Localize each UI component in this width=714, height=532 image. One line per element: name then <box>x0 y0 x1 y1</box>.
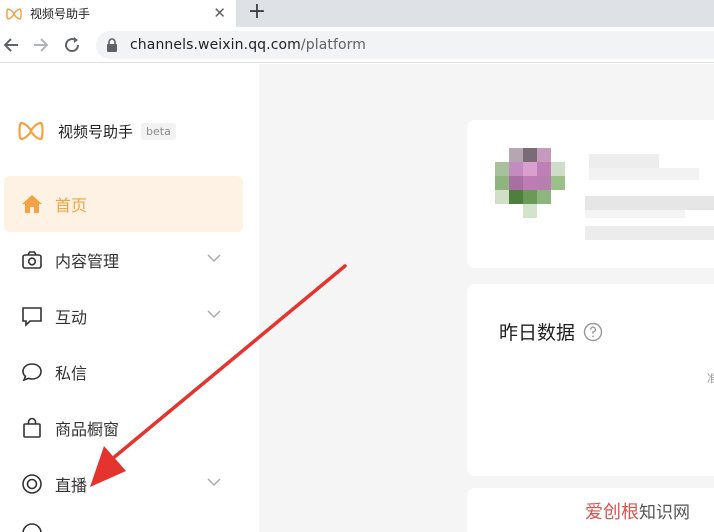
tab-title: 视频号助手 <box>30 7 91 21</box>
url-host: channels.weixin.qq.com <box>130 37 301 53</box>
channels-logo-icon <box>18 121 44 141</box>
next-item-icon <box>22 523 42 532</box>
brand-name: 视频号助手 <box>58 122 134 141</box>
chevron-down-icon[interactable] <box>207 309 221 319</box>
watermark: 爱创根 知识网 <box>585 498 690 524</box>
camera-icon <box>22 251 42 269</box>
channels-logo-icon <box>6 7 22 20</box>
sidebar-item-content[interactable]: 内容管理 <box>4 232 243 288</box>
back-icon[interactable] <box>2 35 22 55</box>
yesterday-data-title: 昨日数据 <box>499 318 603 345</box>
watermark-part2: 知识网 <box>639 503 690 523</box>
avatar-pixelated <box>495 148 575 228</box>
brand[interactable]: 视频号助手 beta <box>18 120 176 142</box>
yesterday-data-card: 昨日数据 准 <box>467 284 714 476</box>
home-icon <box>22 195 42 213</box>
message-icon <box>22 363 42 382</box>
main-content: 昨日数据 准 <box>259 64 714 532</box>
beta-badge: beta <box>141 122 176 140</box>
sidebar-item-messages[interactable]: 私信 <box>4 344 243 400</box>
sidebar-item-label: 直播 <box>55 476 88 495</box>
sidebar-item-label: 互动 <box>55 308 88 327</box>
comment-icon <box>22 307 42 327</box>
watermark-part1: 爱创根 <box>585 502 639 523</box>
forward-icon[interactable] <box>30 35 50 55</box>
sidebar-item-showcase[interactable]: 商品橱窗 <box>4 400 243 456</box>
help-icon[interactable] <box>583 322 603 342</box>
active-tab[interactable]: 视频号助手 ✕ <box>0 0 236 27</box>
sidebar-item-home[interactable]: 首页 <box>4 176 243 232</box>
yesterday-data-label: 昨日数据 <box>499 322 576 344</box>
account-info-pixelated <box>585 154 714 244</box>
tab-strip: 视频号助手 ✕ + <box>0 0 714 27</box>
sidebar-item-interaction[interactable]: 互动 <box>4 288 243 344</box>
reload-icon[interactable] <box>62 35 82 55</box>
lock-icon <box>107 38 117 52</box>
new-tab-button[interactable]: + <box>246 1 268 23</box>
chevron-down-icon[interactable] <box>207 253 221 263</box>
shopping-bag-icon <box>23 417 41 438</box>
truncated-text: 准 <box>707 372 714 385</box>
sidebar-item-label: 商品橱窗 <box>55 420 120 439</box>
browser-toolbar: channels.weixin.qq.com/platform <box>0 27 714 63</box>
account-card <box>467 120 714 268</box>
close-tab-icon[interactable]: ✕ <box>213 4 226 22</box>
sidebar-item-live[interactable]: 直播 <box>4 456 243 512</box>
chevron-down-icon[interactable] <box>207 477 221 487</box>
sidebar-item-label: 首页 <box>55 196 88 215</box>
url-path: /platform <box>300 37 367 53</box>
sidebar-item-label: 内容管理 <box>55 252 120 271</box>
url-text: channels.weixin.qq.com/platform <box>130 37 366 53</box>
sidebar-item-label: 私信 <box>55 364 88 383</box>
live-icon <box>22 474 42 494</box>
browser-window: 视频号助手 ✕ + channels.weixin.qq.com/platfor… <box>0 0 714 532</box>
sidebar: 视频号助手 beta 首页 内容管理 互动 私信 商品橱窗 直播 <box>0 64 259 532</box>
address-bar[interactable]: channels.weixin.qq.com/platform <box>96 31 714 59</box>
